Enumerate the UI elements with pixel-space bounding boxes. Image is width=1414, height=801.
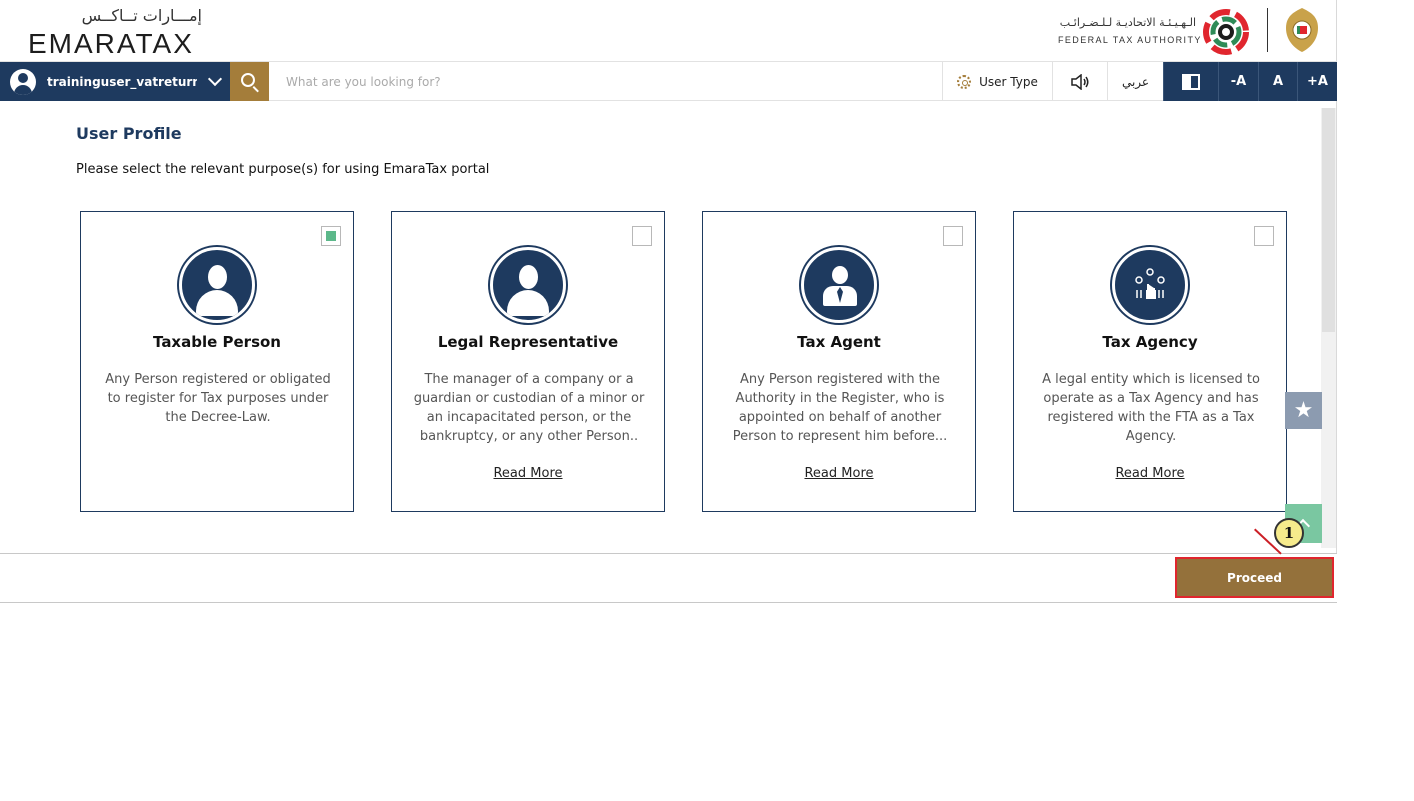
read-more-link[interactable]: Read More	[703, 466, 975, 481]
vertical-scrollbar[interactable]	[1321, 108, 1336, 548]
card-description: The manager of a company or a guardian o…	[413, 372, 645, 444]
chevron-down-icon	[207, 71, 223, 87]
fta-swirl-icon	[1203, 9, 1249, 55]
footer-bar	[0, 553, 1337, 603]
card-checkbox[interactable]	[632, 226, 652, 246]
user-avatar-icon	[10, 68, 36, 95]
logo-english-text: EMARATAX	[28, 28, 194, 59]
card-description: Any Person registered or obligated to re…	[105, 372, 331, 425]
toolbar: traininguser_vatreturns... User Type عرب…	[0, 61, 1337, 101]
font-normal-button[interactable]: A	[1258, 62, 1297, 101]
callout-badge: 1	[1274, 518, 1304, 548]
search-button[interactable]	[230, 62, 269, 101]
scrollbar-thumb[interactable]	[1322, 108, 1335, 332]
agent-icon	[801, 247, 877, 323]
read-more-link[interactable]: Read More	[392, 466, 664, 481]
card-title: Legal Representative	[437, 333, 619, 351]
person-icon	[490, 247, 566, 323]
gear-icon	[957, 74, 972, 89]
emaratax-logo[interactable]: إمـــارات تــاكــس EMARATAX	[28, 6, 208, 59]
page-title: User Profile	[76, 124, 182, 143]
font-decrease-button[interactable]: -A	[1218, 62, 1258, 101]
proceed-button[interactable]: Proceed	[1175, 557, 1334, 598]
fta-english-text: FEDERAL TAX AUTHORITY	[1058, 35, 1202, 45]
favorite-star-icon[interactable]: ★	[1285, 392, 1322, 429]
purpose-card-tax-agency[interactable]: Tax Agency A legal entity which is licen…	[1013, 211, 1287, 512]
search-icon	[241, 73, 255, 87]
user-name: traininguser_vatreturns...	[47, 74, 197, 89]
card-checkbox[interactable]	[1254, 226, 1274, 246]
purpose-card-legal-representative[interactable]: Legal Representative The manager of a co…	[391, 211, 665, 512]
user-menu-dropdown[interactable]: traininguser_vatreturns...	[0, 62, 230, 101]
instruction-text: Please select the relevant purpose(s) fo…	[76, 162, 490, 177]
read-more-link[interactable]: Read More	[1014, 466, 1286, 481]
fta-arabic-text: الـهـيـئـة الاتحاديـة لـلـضـرائـب	[1059, 16, 1196, 29]
user-type-label: User Type	[979, 74, 1038, 89]
person-icon	[179, 247, 255, 323]
fta-logo: الـهـيـئـة الاتحاديـة لـلـضـرائـب FEDERA…	[1058, 8, 1258, 55]
header: إمـــارات تــاكــس EMARATAX الـهـيـئـة ا…	[0, 0, 1337, 60]
speaker-icon	[1071, 73, 1089, 90]
agency-icon	[1112, 247, 1188, 323]
card-title: Tax Agency	[1102, 333, 1198, 351]
purpose-card-taxable-person[interactable]: Taxable Person Any Person registered or …	[80, 211, 354, 512]
contrast-icon	[1182, 73, 1200, 90]
user-type-button[interactable]: User Type	[942, 62, 1052, 101]
card-title: Tax Agent	[797, 333, 881, 351]
font-increase-button[interactable]: +A	[1297, 62, 1337, 101]
card-description: A legal entity which is licensed to oper…	[1042, 372, 1260, 444]
card-title: Taxable Person	[153, 333, 281, 351]
text-to-speech-button[interactable]	[1052, 62, 1107, 101]
app-window: إمـــارات تــاكــس EMARATAX الـهـيـئـة ا…	[0, 0, 1337, 603]
card-description: Any Person registered with the Authority…	[732, 372, 948, 444]
logo-arabic-text: إمـــارات تــاكــس	[81, 6, 202, 25]
uae-emblem-icon	[1286, 8, 1318, 52]
search-input[interactable]	[276, 68, 916, 96]
header-divider	[1267, 8, 1268, 52]
purpose-card-tax-agent[interactable]: Tax Agent Any Person registered with the…	[702, 211, 976, 512]
card-checkbox[interactable]	[943, 226, 963, 246]
card-checkbox[interactable]	[321, 226, 341, 246]
language-toggle[interactable]: عربي	[1107, 62, 1163, 101]
contrast-toggle[interactable]	[1163, 62, 1218, 101]
